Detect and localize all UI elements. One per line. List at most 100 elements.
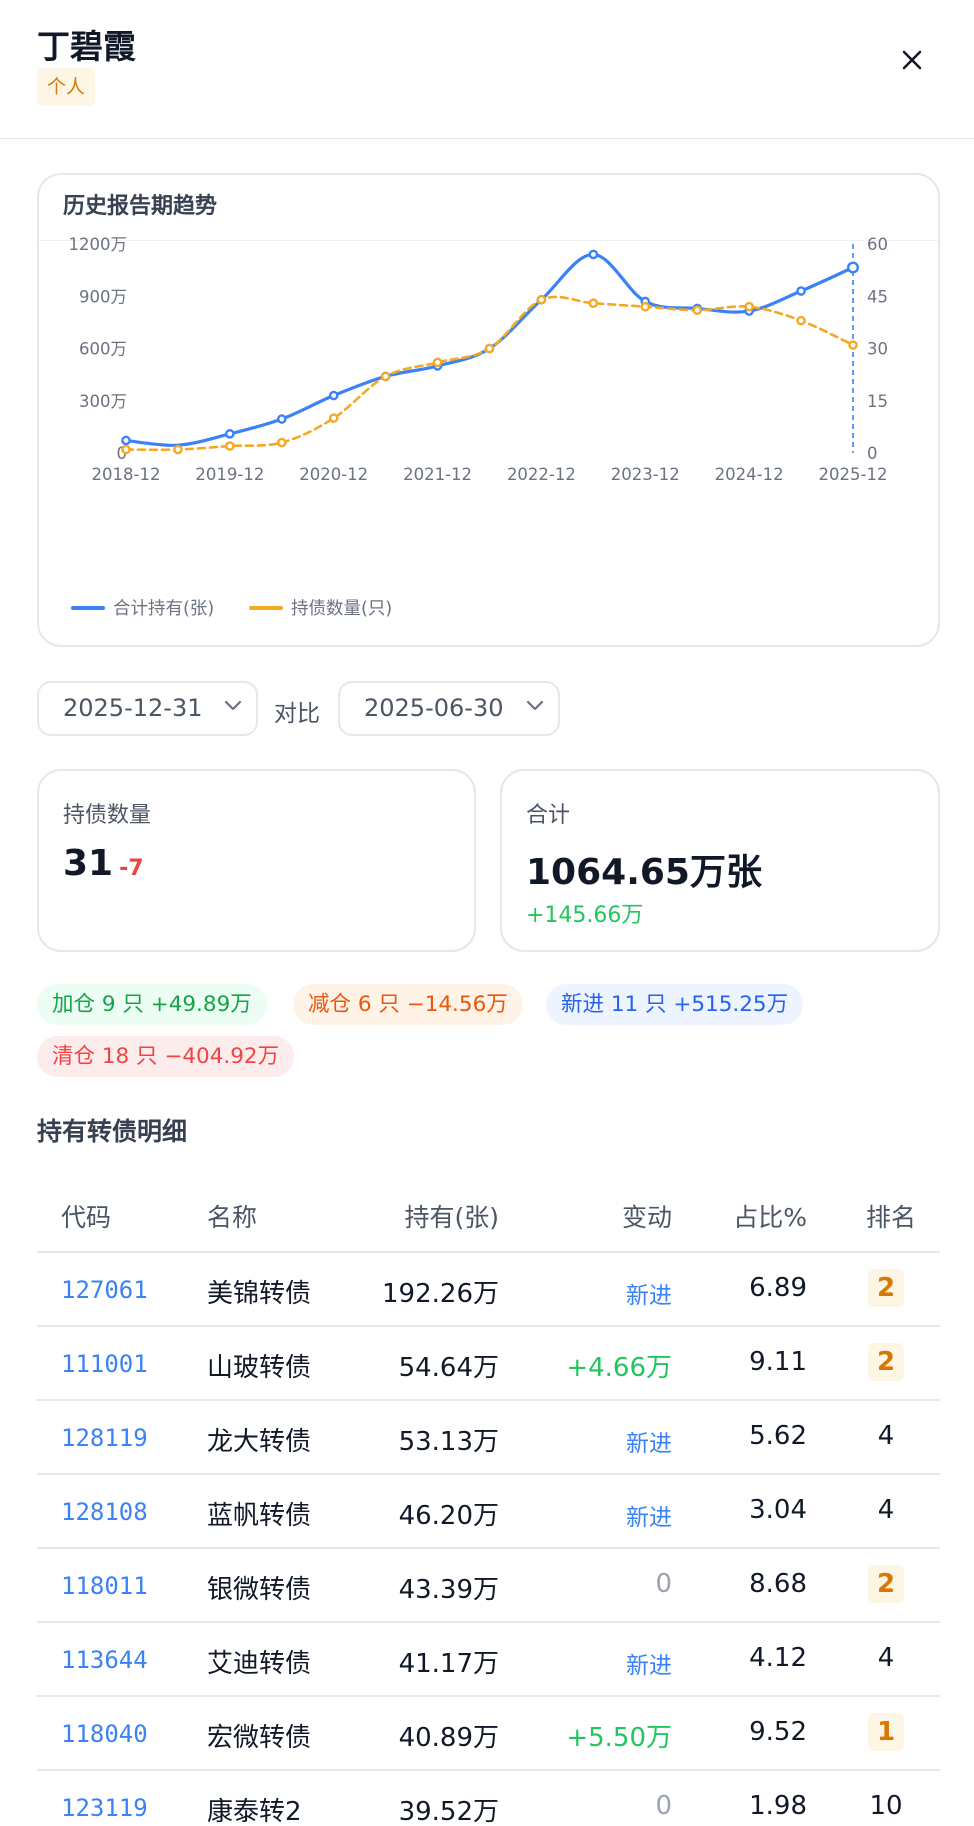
series-point <box>796 286 806 296</box>
series-point <box>847 261 860 274</box>
y-left-tick-label: 300万 <box>79 392 127 411</box>
bond-rank: 2 <box>868 1565 904 1603</box>
report-date-select[interactable]: 2025-12-31 <box>37 681 258 736</box>
column-header-code[interactable]: 代码 <box>61 1198 111 1234</box>
bond-holding: 46.20万 <box>398 1501 499 1531</box>
close-icon[interactable] <box>895 43 929 77</box>
table-row[interactable]: 123119 康泰转2 39.52万 0 1.98 10 <box>37 1771 940 1826</box>
table-row[interactable]: 113644 艾迪转债 41.17万 新进 4.12 4 <box>37 1623 940 1697</box>
bond-code[interactable]: 118040 <box>61 1720 148 1748</box>
bond-code[interactable]: 128108 <box>61 1498 148 1526</box>
y-right-tick-label: 45 <box>867 287 888 306</box>
bond-code[interactable]: 118011 <box>61 1572 148 1600</box>
bond-holding: 53.13万 <box>398 1427 499 1457</box>
cleared-position-pill[interactable]: 清仓 18 只 −404.92万 <box>37 1036 295 1077</box>
bond-percentage: 6.89 <box>749 1273 807 1303</box>
bond-name: 美锦转债 <box>207 1279 312 1309</box>
x-tick-label: 2020-12 <box>299 465 368 484</box>
table-body: 127061 美锦转债 192.26万 新进 6.89 2 111001 山玻转债 54.64万… <box>37 1253 940 1826</box>
new-position-pill[interactable]: 新进 11 只 +515.25万 <box>546 984 804 1025</box>
bond-count-label: 持债数量 <box>63 803 152 828</box>
x-tick-label: 2021-12 <box>403 465 472 484</box>
bond-name: 银微转债 <box>207 1575 312 1605</box>
series-line-1 <box>124 295 855 452</box>
column-header-hold[interactable]: 持有(张) <box>404 1198 499 1234</box>
table-row[interactable]: 111001 山玻转债 54.64万 +4.66万 9.11 2 <box>37 1327 940 1401</box>
rank-badge: 10 <box>869 1791 903 1821</box>
series-point <box>432 357 443 368</box>
series-point <box>225 429 235 439</box>
bond-rank: 2 <box>868 1269 904 1307</box>
bond-change: 新进 <box>626 1283 672 1309</box>
table-row[interactable]: 128108 蓝帆转债 46.20万 新进 3.04 4 <box>37 1475 940 1549</box>
table-row[interactable]: 118011 银微转债 43.39万 0 8.68 2 <box>37 1549 940 1623</box>
column-header-pct[interactable]: 占比% <box>733 1198 807 1234</box>
compare-date-value: 2025-06-30 <box>364 694 504 722</box>
bond-percentage: 1.98 <box>749 1791 807 1821</box>
y-right-tick-label: 30 <box>867 340 888 359</box>
bond-code[interactable]: 123119 <box>61 1794 148 1822</box>
bond-rank: 2 <box>868 1343 904 1381</box>
series-point <box>121 435 131 446</box>
x-tick-label: 2023-12 <box>611 465 680 484</box>
chevron-down-icon <box>526 700 544 711</box>
column-header-name[interactable]: 名称 <box>207 1198 257 1234</box>
chevron-down-icon <box>224 700 242 711</box>
total-holding-label: 合计 <box>526 803 571 828</box>
trend-chart[interactable]: 1200万900万600万300万06045301502018-12 2019-1… <box>39 175 942 649</box>
bond-count-number: 31 <box>63 843 114 884</box>
series-point <box>225 441 235 451</box>
table-row[interactable]: 127061 美锦转债 192.26万 新进 6.89 2 <box>37 1253 940 1327</box>
x-tick-label: 2022-12 <box>507 465 576 484</box>
reduce-position-pill[interactable]: 减仓 6 只 −14.56万 <box>293 984 523 1025</box>
bond-percentage: 3.04 <box>749 1495 807 1525</box>
bond-rank: 4 <box>868 1643 904 1673</box>
y-left-tick-label: 900万 <box>79 287 127 306</box>
bond-holding: 41.17万 <box>398 1649 499 1679</box>
series-point <box>848 340 858 350</box>
series-point <box>276 414 287 424</box>
bond-change: 0 <box>655 1569 672 1599</box>
rank-badge: 4 <box>877 1643 895 1673</box>
series-point <box>536 294 547 305</box>
table-row[interactable]: 128119 龙大转债 53.13万 新进 5.62 4 <box>37 1401 940 1475</box>
series-point <box>484 343 495 354</box>
bond-percentage: 9.11 <box>749 1347 807 1377</box>
series-point <box>692 305 703 315</box>
bond-name: 宏微转债 <box>207 1723 312 1753</box>
column-header-rank[interactable]: 排名 <box>866 1198 916 1234</box>
bond-count-card: 持债数量 31 -7 <box>37 769 476 952</box>
total-holding-card: 合计 1064.65万张 +145.66万 <box>500 769 940 952</box>
table-row[interactable]: 118040 宏微转债 40.89万 +5.50万 9.52 1 <box>37 1697 940 1771</box>
holder-name: 丁碧霞 <box>37 27 136 66</box>
bond-code[interactable]: 111001 <box>61 1350 148 1378</box>
y-left-tick-label: 600万 <box>79 340 127 359</box>
rank-badge: 2 <box>868 1269 904 1307</box>
bond-change: +5.50万 <box>566 1723 672 1753</box>
bond-percentage: 8.68 <box>749 1569 807 1599</box>
bond-code[interactable]: 113644 <box>61 1646 148 1674</box>
bond-name: 蓝帆转债 <box>207 1501 312 1531</box>
rank-badge: 2 <box>868 1343 904 1381</box>
series-point <box>588 249 599 260</box>
bond-code[interactable]: 128119 <box>61 1424 148 1452</box>
add-position-pill[interactable]: 加仓 9 只 +49.89万 <box>37 984 267 1025</box>
table-header: 代码 名称 持有(张) 变动 占比% 排名 <box>37 1176 940 1253</box>
rank-badge: 2 <box>868 1565 904 1603</box>
series-point <box>796 315 806 326</box>
legend-label: 持债数量(只) <box>291 599 392 619</box>
rank-badge: 4 <box>877 1421 895 1451</box>
holder-type-tag: 个人 <box>37 68 96 106</box>
y-right-tick-label: 0 <box>867 444 878 463</box>
total-holding-value: 1064.65万张 <box>526 852 762 893</box>
bond-name: 山玻转债 <box>207 1353 312 1383</box>
column-header-change[interactable]: 变动 <box>622 1198 672 1234</box>
compare-date-select[interactable]: 2025-06-30 <box>338 681 560 736</box>
y-left-tick-label: 1200万 <box>69 235 128 254</box>
y-right-tick-label: 60 <box>867 235 888 254</box>
bond-holding: 192.26万 <box>382 1279 499 1309</box>
bond-holding: 43.39万 <box>398 1575 499 1605</box>
y-right-tick-label: 15 <box>867 392 888 411</box>
bond-code[interactable]: 127061 <box>61 1276 148 1304</box>
bond-holding: 40.89万 <box>398 1723 499 1753</box>
